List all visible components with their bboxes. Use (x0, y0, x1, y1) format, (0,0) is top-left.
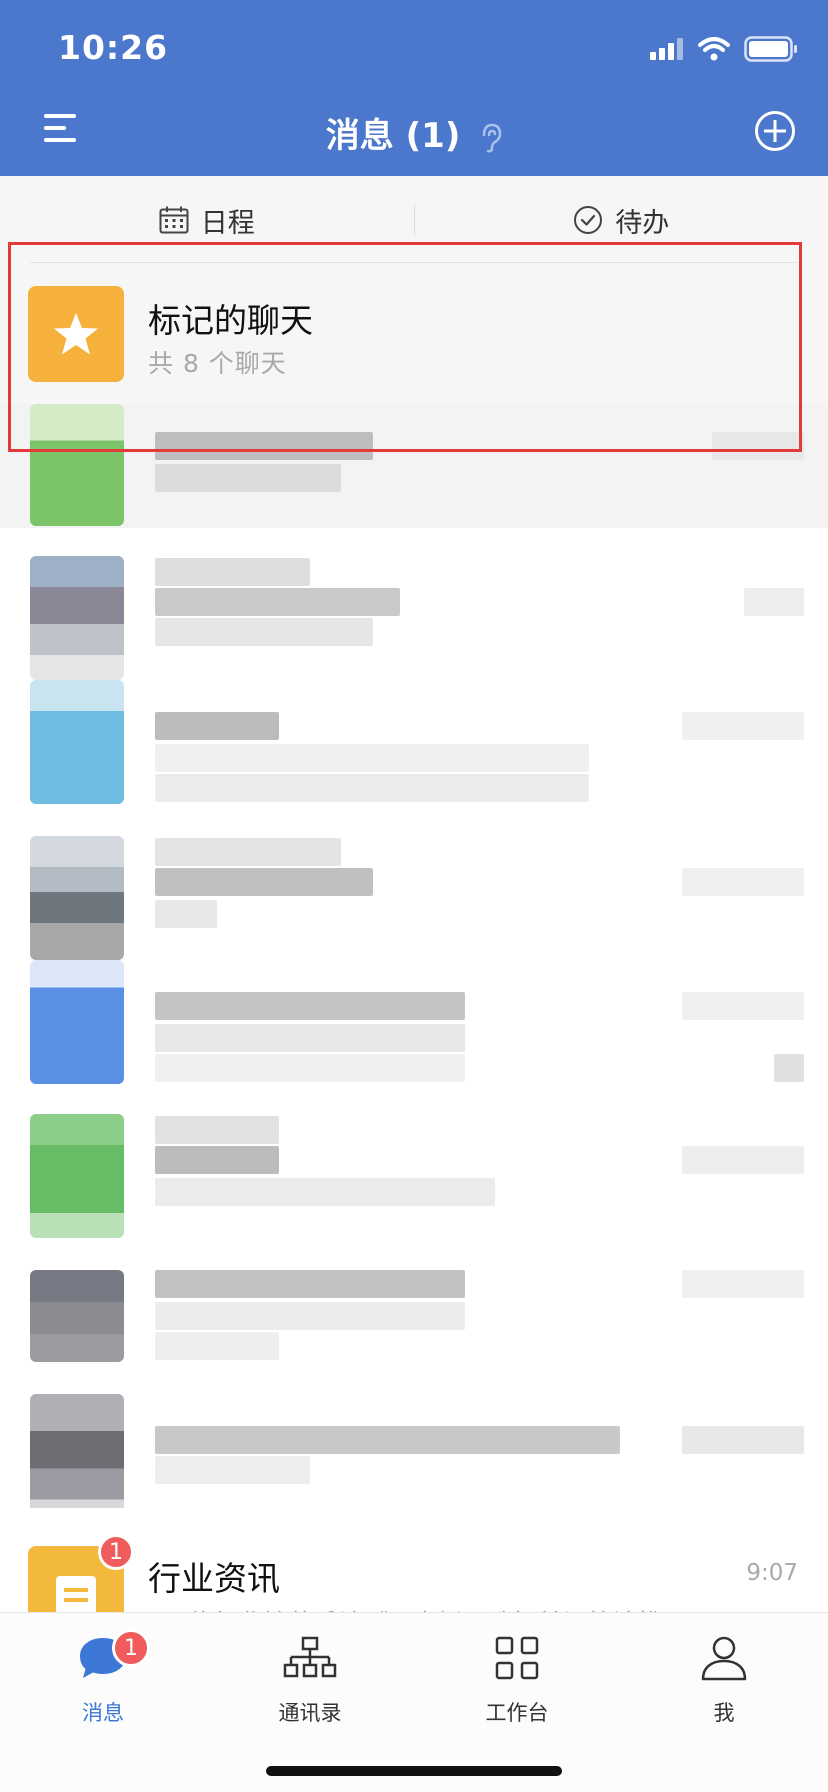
redacted-text (155, 1332, 279, 1360)
grid-icon (442, 1627, 592, 1689)
add-icon[interactable] (754, 110, 796, 152)
unread-badge: 1 (112, 1629, 150, 1667)
chat-row-redacted[interactable] (0, 680, 828, 820)
redacted-text (155, 774, 589, 802)
tabbar-item-contacts[interactable]: 通讯录 (235, 1627, 385, 1727)
news-preview: 10 位行业精英手计《用户拟了选择并问答法推 (148, 1604, 663, 1612)
chat-row-redacted[interactable] (0, 1114, 828, 1254)
redacted-avatar (30, 556, 124, 680)
redacted-avatar (30, 1394, 124, 1518)
redacted-avatar (30, 1270, 124, 1362)
status-icons (650, 36, 798, 62)
page-title-text: 消息 (1) (325, 116, 461, 156)
news-chat-row[interactable]: 1 行业资讯 9:07 10 位行业精英手计《用户拟了选择并问答法推 (0, 1508, 828, 1612)
tab-todo-label: 待办 (615, 207, 670, 239)
redacted-text (682, 1270, 804, 1298)
tab-schedule[interactable]: 日程 (0, 201, 414, 240)
tabbar-label: 我 (713, 1701, 735, 1725)
chat-row-redacted[interactable] (0, 556, 828, 696)
wifi-icon (698, 37, 730, 61)
redacted-text (155, 1456, 310, 1484)
org-chart-icon (235, 1627, 385, 1689)
redacted-text (155, 588, 400, 616)
redacted-text (682, 868, 804, 896)
tabbar-label: 消息 (82, 1701, 124, 1725)
redacted-text (155, 900, 217, 928)
person-icon (649, 1627, 799, 1689)
redacted-text (155, 618, 373, 646)
tabbar-item-me[interactable]: 我 (649, 1627, 799, 1727)
redacted-text (155, 1024, 465, 1052)
redacted-text (155, 1426, 620, 1454)
chat-row-redacted[interactable] (0, 836, 828, 976)
redacted-text (155, 558, 310, 586)
redacted-avatar (30, 836, 124, 960)
unread-badge: 1 (98, 1534, 134, 1570)
status-time: 10:26 (58, 28, 169, 67)
bottom-tab-bar: 消息 1 通讯录 工作台 我 (0, 1612, 828, 1792)
redacted-avatar (30, 960, 124, 1084)
redacted-text (682, 1146, 804, 1174)
redacted-text (155, 868, 373, 896)
redacted-text (155, 744, 589, 772)
chat-row-redacted[interactable] (0, 960, 828, 1100)
chat-row-redacted[interactable] (0, 1270, 828, 1410)
redacted-text (682, 712, 804, 740)
calendar-icon (159, 206, 189, 234)
redacted-text (682, 1426, 804, 1454)
battery-icon (744, 36, 797, 62)
redacted-text (155, 1302, 465, 1330)
redacted-text (155, 1146, 279, 1174)
redacted-text (155, 838, 341, 866)
redacted-text (155, 1054, 465, 1082)
redacted-text (155, 992, 465, 1020)
ear-icon (482, 123, 502, 152)
redacted-avatar (30, 1114, 124, 1238)
redacted-text (155, 464, 341, 492)
tabbar-item-workbench[interactable]: 工作台 (442, 1627, 592, 1727)
news-time: 9:07 (746, 1560, 798, 1586)
redacted-text (155, 1178, 495, 1206)
highlight-annotation (8, 242, 802, 452)
redacted-text (155, 1270, 465, 1298)
redacted-text (682, 992, 804, 1020)
news-title: 行业资讯 (148, 1559, 280, 1598)
tabbar-label: 通讯录 (278, 1701, 342, 1725)
redacted-text (744, 588, 804, 616)
home-indicator[interactable] (266, 1766, 562, 1776)
redacted-text (155, 1116, 279, 1144)
tabbar-label: 工作台 (485, 1701, 549, 1725)
tab-schedule-label: 日程 (200, 207, 255, 239)
page-title: 消息 (1) (0, 108, 828, 157)
app-header: 10:26 消息 (1) (0, 0, 828, 176)
tabbar-item-messages[interactable]: 消息 1 (28, 1627, 178, 1727)
redacted-text (774, 1054, 804, 1082)
signal-icon (650, 38, 683, 60)
redacted-text (155, 712, 279, 740)
check-circle-icon (574, 206, 603, 234)
redacted-avatar (30, 680, 124, 804)
chat-bubble-icon (28, 1627, 178, 1689)
tab-todo[interactable]: 待办 (415, 201, 828, 240)
